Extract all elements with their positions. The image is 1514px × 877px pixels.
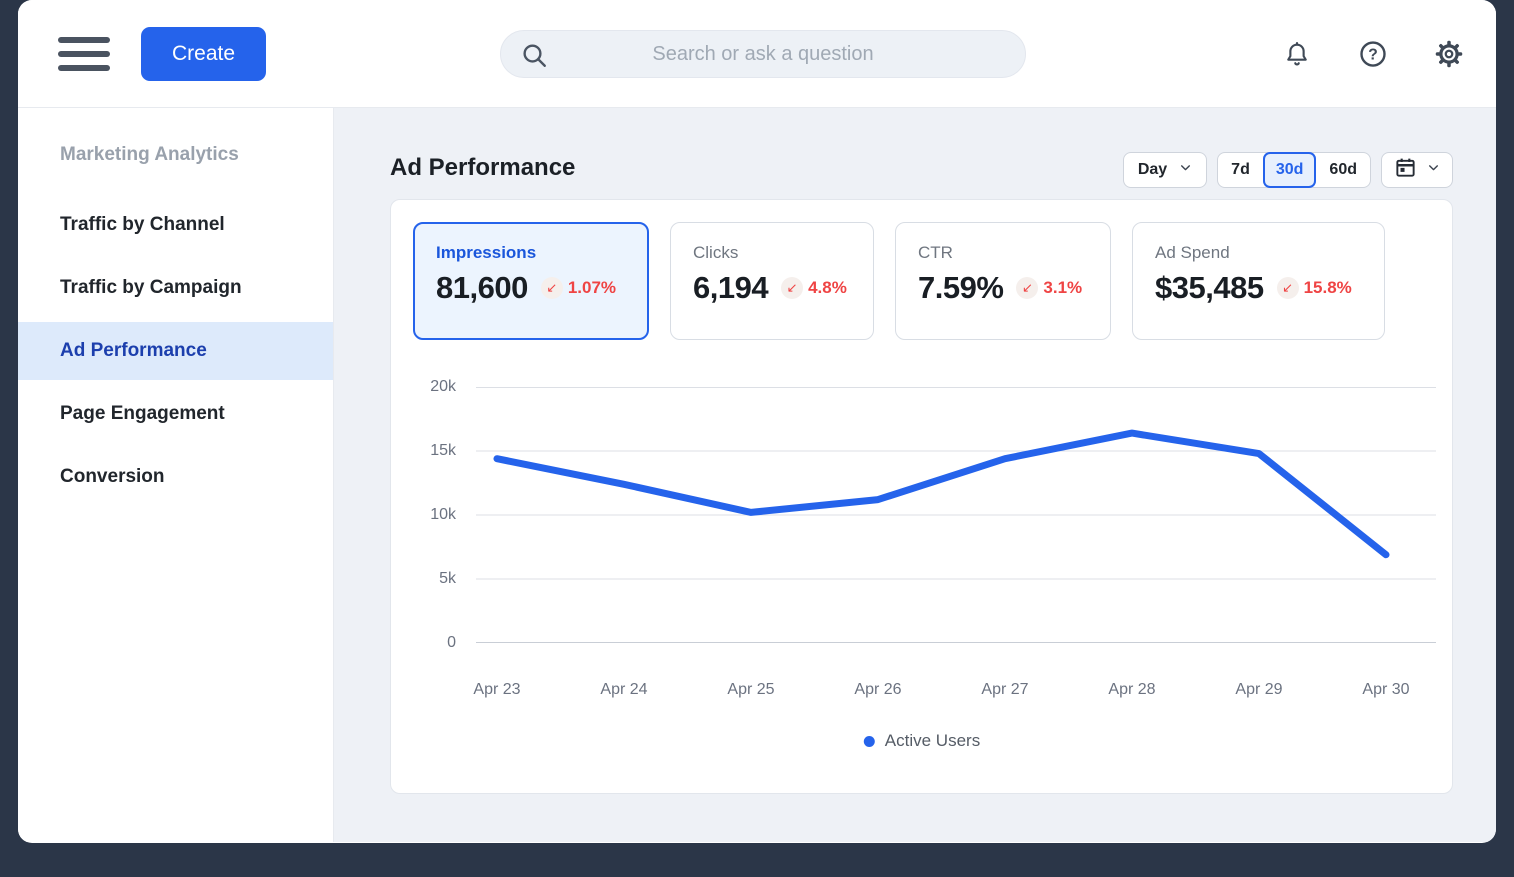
x-axis-tick: Apr 30: [1362, 681, 1409, 699]
metric-change: 15.8%: [1304, 278, 1352, 298]
x-axis-tick: Apr 29: [1235, 681, 1282, 699]
help-icon[interactable]: ?: [1358, 39, 1388, 69]
metric-card-impressions[interactable]: Impressions 81,600 ↙ 1.07%: [413, 222, 649, 340]
range-30d-button[interactable]: 30d: [1263, 152, 1317, 188]
time-controls: Day 7d 30d 60d: [1123, 152, 1453, 188]
x-axis-tick: Apr 25: [727, 681, 774, 699]
x-axis-tick: Apr 28: [1108, 681, 1155, 699]
metric-value: 7.59%: [918, 270, 1003, 306]
trend-down-icon: ↙: [1277, 277, 1299, 299]
search-bar[interactable]: [500, 30, 1026, 78]
search-icon: [519, 40, 549, 75]
search-input[interactable]: [501, 31, 1025, 77]
sidebar-item-page-engagement[interactable]: Page Engagement: [18, 385, 333, 443]
x-axis-tick: Apr 23: [473, 681, 520, 699]
metric-card-ctr[interactable]: CTR 7.59% ↙ 3.1%: [895, 222, 1111, 340]
legend-dot-icon: [864, 736, 875, 747]
topbar-icon-group: ?: [1282, 0, 1464, 107]
sidebar-item-traffic-by-campaign[interactable]: Traffic by Campaign: [18, 259, 333, 317]
line-chart: 20k 15k 10k 5k 0 Apr 23 Apr 24 Apr 25 Ap…: [476, 387, 1436, 643]
metric-label: Ad Spend: [1155, 243, 1362, 263]
metric-value: 81,600: [436, 270, 528, 306]
calendar-picker-button[interactable]: [1381, 152, 1453, 188]
metric-cards: Impressions 81,600 ↙ 1.07% Clicks 6,1: [413, 222, 1385, 340]
create-button[interactable]: Create: [141, 27, 266, 81]
menu-icon[interactable]: [58, 37, 110, 71]
y-axis-tick: 15k: [394, 442, 456, 460]
chart-plot-area: [476, 387, 1436, 643]
metric-value: $35,485: [1155, 270, 1264, 306]
y-axis-tick: 20k: [394, 378, 456, 396]
ad-performance-panel: Impressions 81,600 ↙ 1.07% Clicks 6,1: [390, 199, 1453, 794]
top-bar: Create ?: [18, 0, 1496, 108]
chevron-down-icon: [1427, 161, 1440, 179]
x-axis-tick: Apr 26: [854, 681, 901, 699]
metric-change: 4.8%: [808, 278, 847, 298]
y-axis-tick: 0: [394, 634, 456, 652]
range-7d-button[interactable]: 7d: [1218, 152, 1263, 188]
sidebar-item-ad-performance[interactable]: Ad Performance: [18, 322, 333, 380]
granularity-dropdown[interactable]: Day: [1123, 152, 1207, 188]
metric-value: 6,194: [693, 270, 768, 306]
metric-label: CTR: [918, 243, 1088, 263]
sidebar: Marketing Analytics Traffic by Channel T…: [18, 108, 334, 842]
range-60d-button[interactable]: 60d: [1316, 152, 1370, 188]
chart-legend: Active Users: [864, 731, 980, 751]
metric-card-clicks[interactable]: Clicks 6,194 ↙ 4.8%: [670, 222, 874, 340]
chevron-down-icon: [1179, 161, 1192, 179]
x-axis-tick: Apr 24: [600, 681, 647, 699]
metric-change: 3.1%: [1043, 278, 1082, 298]
sidebar-item-traffic-by-channel[interactable]: Traffic by Channel: [18, 196, 333, 254]
svg-text:?: ?: [1368, 46, 1378, 63]
metric-change-badge: ↙ 15.8%: [1277, 277, 1352, 299]
y-axis-tick: 10k: [394, 506, 456, 524]
trend-down-icon: ↙: [541, 277, 563, 299]
granularity-label: Day: [1138, 161, 1167, 179]
trend-down-icon: ↙: [1016, 277, 1038, 299]
page-title: Ad Performance: [390, 154, 575, 182]
metric-label: Impressions: [436, 243, 626, 263]
trend-down-icon: ↙: [781, 277, 803, 299]
metric-change-badge: ↙ 3.1%: [1016, 277, 1082, 299]
metric-label: Clicks: [693, 243, 851, 263]
gear-icon[interactable]: [1434, 39, 1464, 69]
legend-label: Active Users: [885, 731, 980, 751]
sidebar-section-title: Marketing Analytics: [18, 144, 333, 166]
metric-change: 1.07%: [568, 278, 616, 298]
range-segmented-control: 7d 30d 60d: [1217, 152, 1371, 188]
metric-change-badge: ↙ 4.8%: [781, 277, 847, 299]
metric-card-ad-spend[interactable]: Ad Spend $35,485 ↙ 15.8%: [1132, 222, 1385, 340]
calendar-icon: [1394, 156, 1417, 184]
main-content: Ad Performance Day 7d 30d 60d: [334, 108, 1496, 842]
app-window: Create ?: [18, 0, 1496, 843]
x-axis-tick: Apr 27: [981, 681, 1028, 699]
y-axis-tick: 5k: [394, 570, 456, 588]
sidebar-item-conversion[interactable]: Conversion: [18, 448, 333, 506]
metric-change-badge: ↙ 1.07%: [541, 277, 616, 299]
bell-icon[interactable]: [1282, 39, 1312, 69]
